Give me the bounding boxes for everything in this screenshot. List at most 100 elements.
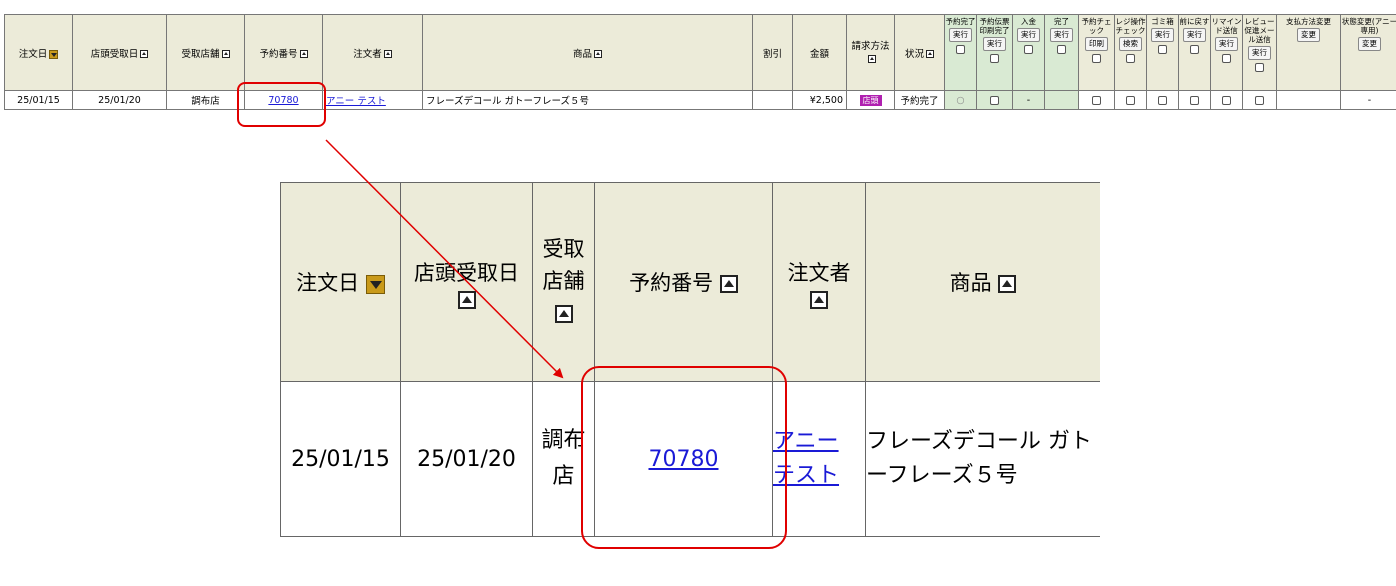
header-billing[interactable]: 請求方法	[846, 14, 895, 91]
header-status-change: 状態変更(アニー専用) 変更	[1340, 14, 1396, 91]
header-status-label: 状況	[904, 48, 924, 60]
change-button[interactable]: 変更	[1358, 37, 1381, 51]
cell-product: フレーズデコール ガトーフレーズ５号	[422, 90, 753, 110]
zoom-header-reservation-no-label: 予約番号	[629, 271, 714, 295]
header-payment-change: 支払方法変更 変更	[1276, 14, 1341, 91]
header-status[interactable]: 状況	[894, 14, 945, 91]
header-discount: 割引	[752, 14, 793, 91]
sort-asc-icon[interactable]	[926, 50, 934, 58]
select-all-checkbox[interactable]	[1092, 53, 1101, 63]
row-checkbox[interactable]	[1158, 95, 1167, 105]
sort-asc-icon[interactable]	[221, 50, 230, 58]
header-product[interactable]: 商品	[422, 14, 753, 91]
cell-billing: 店頭	[846, 90, 895, 110]
zoom-header-product[interactable]: 商品	[865, 182, 1100, 382]
row-checkbox[interactable]	[1190, 95, 1199, 105]
cell-register-check	[1114, 90, 1147, 110]
order-list-table: 注文日 店頭受取日 受取店舗 予約番号 注文者 商品 割引 金額 請求方法 状況…	[4, 14, 1396, 110]
zoom-header-store[interactable]: 受取店舗	[532, 182, 595, 382]
header-order-date[interactable]: 注文日	[4, 14, 73, 91]
header-res-check-label: 予約チェック	[1081, 17, 1112, 35]
cell-res-done: ○	[944, 90, 977, 110]
zoom-header-order-date[interactable]: 注文日	[280, 182, 401, 382]
zoom-header-reservation-no[interactable]: 予約番号	[594, 182, 773, 382]
row-checkbox[interactable]	[1126, 95, 1135, 105]
sort-asc-icon[interactable]	[998, 275, 1017, 293]
row-checkbox[interactable]	[1092, 95, 1101, 105]
change-button[interactable]: 変更	[1297, 28, 1320, 42]
run-button[interactable]: 実行	[949, 28, 972, 42]
select-all-checkbox[interactable]	[956, 44, 965, 54]
cell-status-change: -	[1340, 90, 1396, 110]
cell-pickup-date: 25/01/20	[72, 90, 167, 110]
header-slip-done: 予約伝票印刷完了実行	[976, 14, 1013, 91]
header-complete-label: 完了	[1054, 17, 1069, 26]
run-button[interactable]: 実行	[1050, 28, 1073, 42]
header-pickup-date[interactable]: 店頭受取日	[72, 14, 167, 91]
select-all-checkbox[interactable]	[990, 53, 999, 63]
header-review-label: レビュー促進メール送信	[1244, 17, 1275, 44]
select-all-checkbox[interactable]	[1126, 53, 1135, 63]
header-res-done-label: 予約完了	[945, 17, 976, 26]
header-reminder-label: リマインド送信	[1211, 17, 1242, 35]
sort-desc-icon[interactable]	[365, 274, 385, 294]
select-all-checkbox[interactable]	[1057, 44, 1066, 54]
cell-status: 予約完了	[894, 90, 945, 110]
print-button[interactable]: 印刷	[1085, 37, 1108, 51]
highlight-box-small	[237, 82, 326, 127]
header-billing-label: 請求方法	[851, 40, 890, 52]
sort-asc-icon[interactable]	[810, 291, 828, 309]
header-payment: 入金 実行	[1012, 14, 1045, 91]
header-amount-label: 金額	[809, 48, 829, 60]
table-row: 25/01/15 25/01/20 調布店 70780 アニー テスト フレーズ…	[4, 90, 1396, 110]
run-button[interactable]: 実行	[1151, 28, 1174, 42]
search-button[interactable]: 検索	[1119, 37, 1142, 51]
header-review: レビュー促進メール送信実行	[1242, 14, 1277, 91]
run-button[interactable]: 実行	[1248, 46, 1271, 60]
row-checkbox[interactable]	[1222, 95, 1231, 105]
header-payment-change-label: 支払方法変更	[1286, 17, 1331, 26]
sort-asc-icon[interactable]	[594, 50, 602, 58]
header-amount: 金額	[792, 14, 847, 91]
select-all-checkbox[interactable]	[1158, 44, 1167, 54]
sort-asc-icon[interactable]	[867, 55, 876, 63]
cell-order-date: 25/01/15	[4, 90, 73, 110]
cell-revert	[1178, 90, 1211, 110]
run-button[interactable]: 実行	[983, 37, 1006, 51]
row-checkbox[interactable]	[1255, 95, 1264, 105]
zoom-header-store-label: 受取店舗	[542, 237, 585, 293]
header-trash: ゴミ箱 実行	[1146, 14, 1179, 91]
cell-slip-done	[976, 90, 1013, 110]
sort-asc-icon[interactable]	[383, 50, 392, 58]
sort-asc-icon[interactable]	[457, 291, 476, 309]
header-customer[interactable]: 注文者	[322, 14, 423, 91]
highlight-box-large	[581, 366, 787, 549]
cell-store: 調布店	[166, 90, 245, 110]
zoom-header-pickup-date[interactable]: 店頭受取日	[400, 182, 533, 382]
zoom-header-customer-label: 注文者	[787, 261, 851, 285]
select-all-checkbox[interactable]	[1024, 44, 1033, 54]
sort-asc-icon[interactable]	[719, 275, 738, 293]
run-button[interactable]: 実行	[1017, 28, 1040, 42]
select-all-checkbox[interactable]	[1255, 62, 1264, 72]
sort-desc-icon[interactable]	[49, 49, 59, 59]
customer-link[interactable]: アニー テスト	[326, 96, 386, 107]
billing-badge: 店頭	[859, 94, 882, 106]
header-store[interactable]: 受取店舗	[166, 14, 245, 91]
cell-customer: アニー テスト	[322, 90, 423, 110]
run-button[interactable]: 実行	[1215, 37, 1238, 51]
sort-asc-icon[interactable]	[140, 50, 149, 58]
header-reminder: リマインド送信 実行	[1210, 14, 1243, 91]
sort-asc-icon[interactable]	[299, 50, 308, 58]
cell-amount: ¥2,500	[792, 90, 847, 110]
select-all-checkbox[interactable]	[1222, 53, 1231, 63]
header-reservation-no[interactable]: 予約番号	[244, 14, 323, 91]
sort-asc-icon[interactable]	[554, 305, 573, 323]
header-slip-done-label: 予約伝票印刷完了	[979, 17, 1010, 35]
zoom-header-customer[interactable]: 注文者	[772, 182, 866, 382]
row-checkbox[interactable]	[990, 95, 999, 105]
cell-reminder	[1210, 90, 1243, 110]
run-button[interactable]: 実行	[1183, 28, 1206, 42]
select-all-checkbox[interactable]	[1190, 44, 1199, 54]
header-reservation-no-label: 予約番号	[259, 48, 298, 60]
